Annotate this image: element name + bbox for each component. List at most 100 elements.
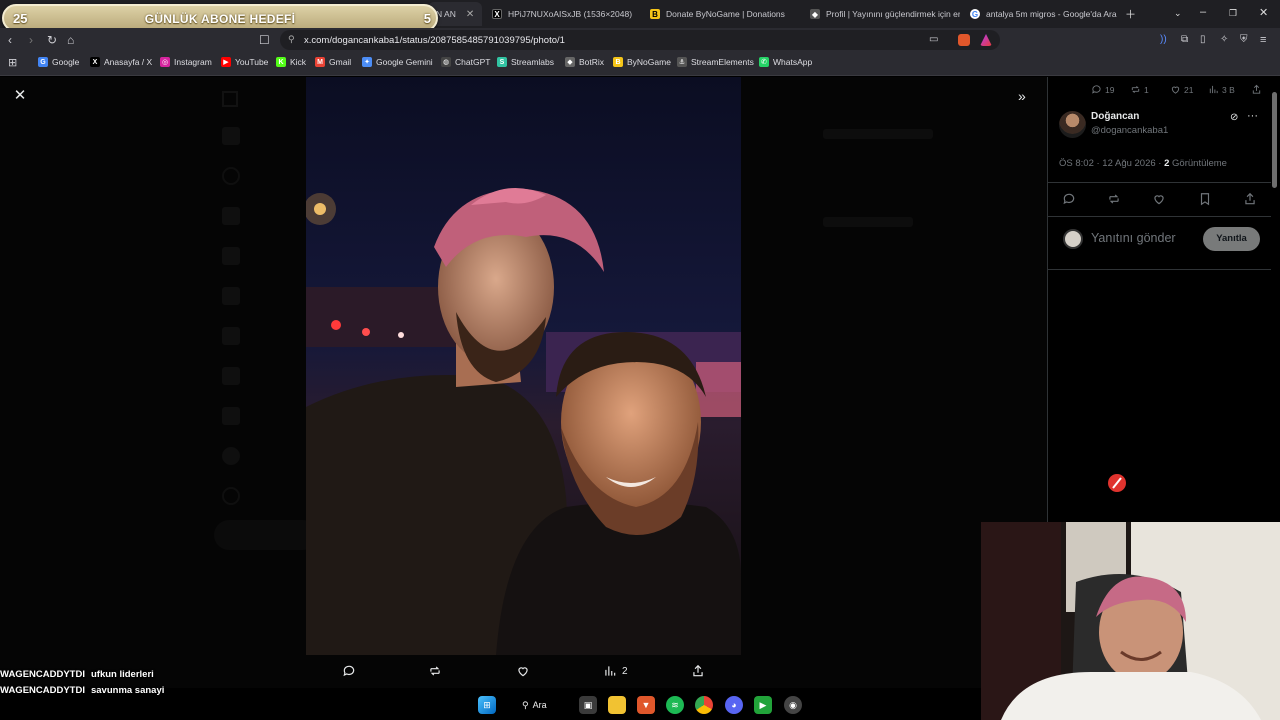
bookmark-item[interactable]: ✆ WhatsApp (759, 57, 812, 67)
bookmark-icon: X (90, 57, 100, 67)
window-close-icon[interactable]: ✕ (1259, 6, 1268, 19)
menu-icon[interactable]: ≡ (1260, 33, 1266, 47)
bookmark-label: ChatGPT (455, 57, 491, 67)
divider (1048, 182, 1271, 183)
tab-google-search[interactable]: G antalya 5m migros - Google'da Ara (962, 2, 1120, 26)
views-stat[interactable]: 3 B (1208, 84, 1235, 95)
repost-stat[interactable]: 1 (1130, 84, 1149, 95)
minimize-icon[interactable]: – (1200, 6, 1206, 18)
author-name[interactable]: Doğancan (1091, 111, 1139, 122)
obs-icon[interactable]: ◉ (784, 696, 802, 714)
brave-shield-icon[interactable] (958, 34, 970, 46)
wallet-icon[interactable]: )) (1160, 33, 1167, 47)
media-like-button[interactable] (516, 664, 530, 678)
reply-icon (1092, 85, 1101, 94)
tweet-photo[interactable] (306, 77, 741, 655)
tab-close-icon[interactable]: ✕ (466, 9, 474, 20)
own-avatar (1063, 229, 1083, 249)
bookmark-item[interactable]: S Streamlabs (497, 57, 554, 67)
expand-panel-icon[interactable]: » (1018, 88, 1026, 104)
bookmark-item[interactable]: ✦ Google Gemini (362, 57, 433, 67)
chat-text: savunma sanayi (90, 685, 165, 696)
like-action-icon[interactable] (1152, 192, 1166, 206)
reply-button[interactable]: Yanıtla (1203, 227, 1260, 251)
tweet-time[interactable]: ÖS 8:02 · 12 Ağu 2026 · (1059, 158, 1164, 169)
bookmark-label: ByNoGame (627, 57, 671, 67)
tab-profile[interactable]: ◆ Profil | Yayınını güçlendirmek için en (802, 2, 960, 26)
taskbar-search[interactable]: ⚲ Ara (522, 696, 547, 714)
vpn-icon[interactable]: ⛨ (1240, 33, 1248, 47)
chat-username: WAGENCADDYTDI (0, 685, 85, 696)
bookmark-item[interactable]: X Anasayfa / X (90, 57, 152, 67)
discord-icon[interactable]: ◕ (725, 696, 743, 714)
repost-action-icon[interactable] (1107, 192, 1121, 206)
media-reply-button[interactable] (342, 664, 356, 678)
cast-icon[interactable]: ▭ (929, 33, 938, 47)
task-view-icon[interactable]: ▣ (579, 696, 597, 714)
home-icon[interactable]: ⌂ (67, 33, 74, 47)
reply-input[interactable]: Yanıtını gönder (1091, 231, 1176, 245)
sidebar-icon[interactable]: ▯ (1200, 33, 1206, 47)
bookmark-label: StreamElements (691, 57, 754, 67)
tab-image[interactable]: X HPiJ7NUXoAISxJB (1536×2048) (484, 2, 636, 26)
close-viewer-icon[interactable]: ✕ (12, 88, 28, 104)
messages-nav-icon (222, 247, 240, 265)
windows-start-icon[interactable]: ⊞ (478, 696, 496, 714)
bookmark-item[interactable]: G Google (38, 57, 79, 67)
media-repost-button[interactable] (428, 664, 442, 678)
bookmark-item[interactable]: K Kick (276, 57, 306, 67)
bookmark-action-icon[interactable] (1198, 192, 1212, 206)
media-views-count: 2 (622, 665, 628, 677)
media-share-button[interactable] (691, 664, 705, 678)
chrome-icon[interactable] (695, 696, 713, 714)
creator-nav-icon (222, 367, 240, 385)
share-stat[interactable] (1251, 84, 1262, 95)
who-to-follow-ghost (823, 129, 933, 139)
forward-icon[interactable]: › (29, 33, 33, 47)
site-info-icon[interactable]: ⚲ (288, 34, 295, 45)
search-icon: ⚲ (522, 699, 529, 710)
bookmarks-bar: ⊞ G Google X Anasayfa / X ◎ Instagram ▶ YouTube… (0, 52, 1280, 76)
extensions-icon[interactable]: ⧉ (1181, 33, 1188, 47)
back-icon[interactable]: ‹ (8, 33, 12, 47)
selfie-photo-image (306, 77, 741, 655)
reply-stat[interactable]: 19 (1091, 84, 1114, 95)
bookmark-item[interactable]: ▶ YouTube (221, 57, 268, 67)
like-stat[interactable]: 21 (1170, 84, 1193, 95)
author-avatar[interactable] (1059, 111, 1086, 138)
apps-grid-icon[interactable]: ⊞ (8, 56, 17, 70)
more-options-icon[interactable]: ··· (1247, 110, 1258, 122)
bookmark-item[interactable]: B ByNoGame (613, 57, 671, 67)
bookmark-label: Google (52, 57, 80, 67)
grok-icon[interactable]: ⊘ (1230, 112, 1238, 123)
leo-ai-icon[interactable]: ✧ (1220, 33, 1228, 47)
bookmark-icon: G (38, 57, 48, 67)
new-tab-icon[interactable]: ＋ (1125, 6, 1136, 22)
url-field[interactable]: ⚲ x.com/dogancankaba1/status/20875854857… (280, 30, 1000, 50)
bookmark-item[interactable]: ⚓ StreamElements (677, 57, 754, 67)
reply-action-icon[interactable] (1062, 192, 1076, 206)
bookmark-icon[interactable]: ☐ (259, 33, 270, 47)
loading-spinner-icon (1108, 474, 1126, 492)
author-handle[interactable]: @dogancankaba1 (1091, 125, 1168, 136)
tab-donate[interactable]: B Donate ByNoGame | Donations (642, 2, 796, 26)
app-green-icon[interactable]: ▶ (754, 696, 772, 714)
share-action-icon[interactable] (1243, 192, 1257, 206)
home-nav-icon (222, 127, 240, 145)
bookmark-item[interactable]: M Gmail (315, 57, 351, 67)
bookmark-label: WhatsApp (773, 57, 813, 67)
reload-icon[interactable]: ↻ (47, 33, 57, 47)
bookmark-item[interactable]: ◆ BotRix (565, 57, 604, 67)
spotify-icon[interactable]: ≋ (666, 696, 684, 714)
file-explorer-icon[interactable] (608, 696, 626, 714)
bookmark-item[interactable]: ◍ ChatGPT (441, 57, 490, 67)
brave-browser-icon[interactable]: ▼ (637, 696, 655, 714)
premium-nav-icon (222, 407, 240, 425)
views-count: 3 B (1222, 84, 1235, 95)
panel-scrollbar[interactable] (1272, 92, 1277, 188)
bookmark-icon: M (315, 57, 325, 67)
media-views-button[interactable]: 2 (603, 664, 628, 678)
bookmark-item[interactable]: ◎ Instagram (160, 57, 212, 67)
restore-icon[interactable]: ❐ (1229, 8, 1237, 19)
tab-list-chevron-icon[interactable]: ⌄ (1174, 8, 1182, 19)
